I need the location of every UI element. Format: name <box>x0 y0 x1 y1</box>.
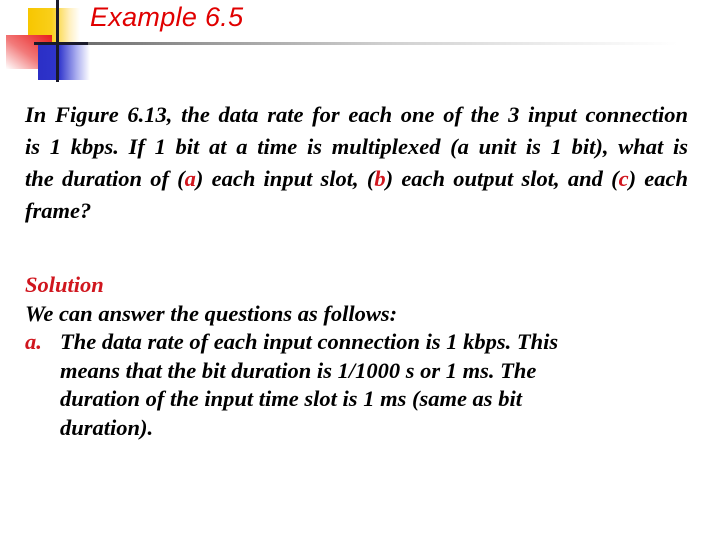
answer-line: duration of the input time slot is 1 ms … <box>60 386 522 411</box>
vertical-line-decoration <box>56 0 59 82</box>
part-b-marker: b <box>374 166 386 191</box>
title-underline <box>88 42 678 45</box>
answer-item: a. The data rate of each input connectio… <box>25 328 705 442</box>
solution-intro: We can answer the questions as follows: <box>25 300 398 326</box>
problem-text: ) each input slot, ( <box>195 166 375 191</box>
solution-heading: Solution <box>25 272 104 297</box>
answer-line: The data rate of each input connection i… <box>60 329 559 354</box>
part-c-marker: c <box>618 166 629 191</box>
solution-section: Solution We can answer the questions as … <box>25 271 705 442</box>
answer-line: means that the bit duration is 1/1000 s … <box>60 357 537 383</box>
blue-square-decoration <box>38 44 90 80</box>
slide-logo-decoration <box>0 0 100 90</box>
answer-text: The data rate of each input connection i… <box>60 328 685 442</box>
problem-text: ) each output slot, and ( <box>385 166 619 191</box>
part-a-marker: a <box>184 166 196 191</box>
answer-marker: a. <box>25 329 42 354</box>
problem-statement: In Figure 6.13, the data rate for each o… <box>25 99 688 227</box>
slide-title: Example 6.5 <box>90 2 244 32</box>
answer-line: duration). <box>60 414 154 440</box>
